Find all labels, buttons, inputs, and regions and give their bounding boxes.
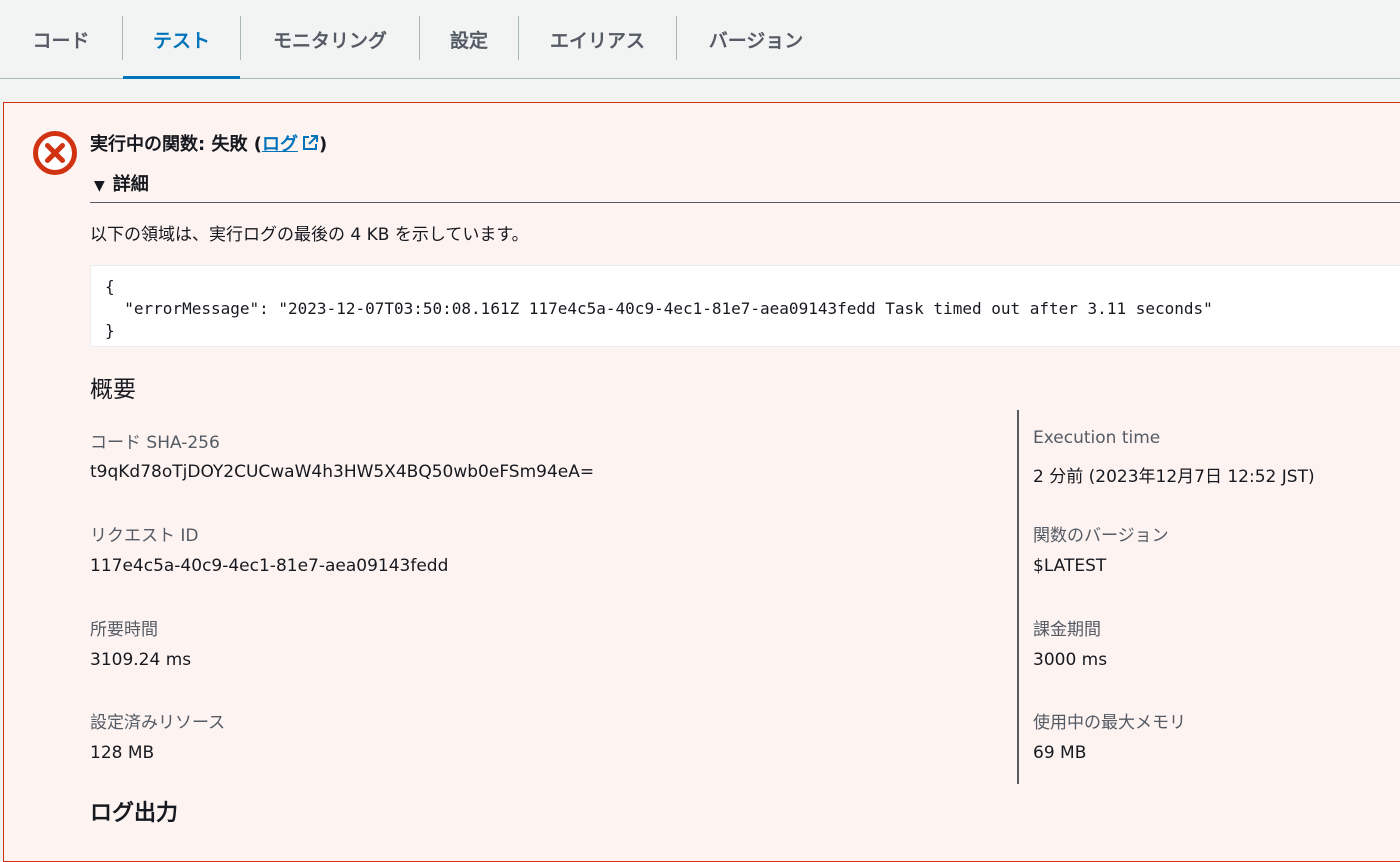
tab-code[interactable]: コード	[0, 0, 122, 78]
execution-time-label: Execution time	[1033, 428, 1161, 448]
function-version-label: 関数のバージョン	[1033, 526, 1169, 546]
error-x-circle-icon	[33, 131, 77, 175]
log-line: {	[105, 277, 115, 296]
external-link-icon	[302, 135, 318, 150]
log-line: }	[105, 321, 115, 340]
tab-test[interactable]: テスト	[123, 0, 240, 79]
tab-versions[interactable]: バージョン	[677, 0, 835, 78]
alert-status-text: 実行中の関数: 失敗 (	[90, 134, 262, 155]
code-sha-label: コード SHA-256	[90, 433, 220, 453]
log-description: 以下の領域は、実行ログの最後の 4 KB を示しています。	[90, 225, 529, 245]
error-log-box: { "errorMessage": "2023-12-07T03:50:08.1…	[90, 265, 1400, 347]
duration-value: 3109.24 ms	[90, 650, 192, 670]
max-memory-label: 使用中の最大メモリ	[1033, 713, 1186, 733]
tab-monitoring[interactable]: モニタリング	[241, 0, 419, 78]
request-id-value: 117e4c5a-40c9-4ec1-81e7-aea09143fedd	[90, 556, 449, 576]
log-output-heading: ログ出力	[90, 801, 179, 826]
details-toggle[interactable]: ▼ 詳細	[94, 170, 149, 196]
alert-title-close: )	[318, 134, 328, 155]
caret-down-icon: ▼	[94, 178, 105, 194]
details-divider	[90, 202, 1400, 203]
max-memory-value: 69 MB	[1033, 743, 1087, 763]
tab-bar: コード テスト モニタリング 設定 エイリアス バージョン	[0, 0, 1400, 79]
tab-aliases[interactable]: エイリアス	[519, 0, 676, 78]
duration-label: 所要時間	[90, 620, 158, 640]
code-sha-value: t9qKd78oTjDOY2CUCwaW4h3HW5X4BQ50wb0eFSm9…	[90, 462, 595, 482]
log-line: "errorMessage": "2023-12-07T03:50:08.161…	[105, 299, 1213, 318]
tab-settings[interactable]: 設定	[420, 0, 518, 78]
billed-duration-label: 課金期間	[1033, 620, 1101, 640]
summary-heading: 概要	[90, 377, 136, 403]
configured-resources-label: 設定済みリソース	[90, 713, 226, 733]
function-version-value: $LATEST	[1033, 556, 1107, 576]
request-id-label: リクエスト ID	[90, 526, 199, 546]
execution-time-value: 2 分前 (2023年12月7日 12:52 JST)	[1033, 467, 1315, 487]
logs-link-label: ログ	[261, 134, 298, 155]
alert-title: 実行中の関数: 失敗 (ログ)	[90, 130, 327, 156]
details-label: 詳細	[112, 174, 149, 195]
billed-duration-value: 3000 ms	[1033, 650, 1108, 670]
logs-link[interactable]: ログ	[262, 134, 319, 155]
configured-resources-value: 128 MB	[90, 743, 155, 763]
column-divider	[1017, 410, 1019, 784]
